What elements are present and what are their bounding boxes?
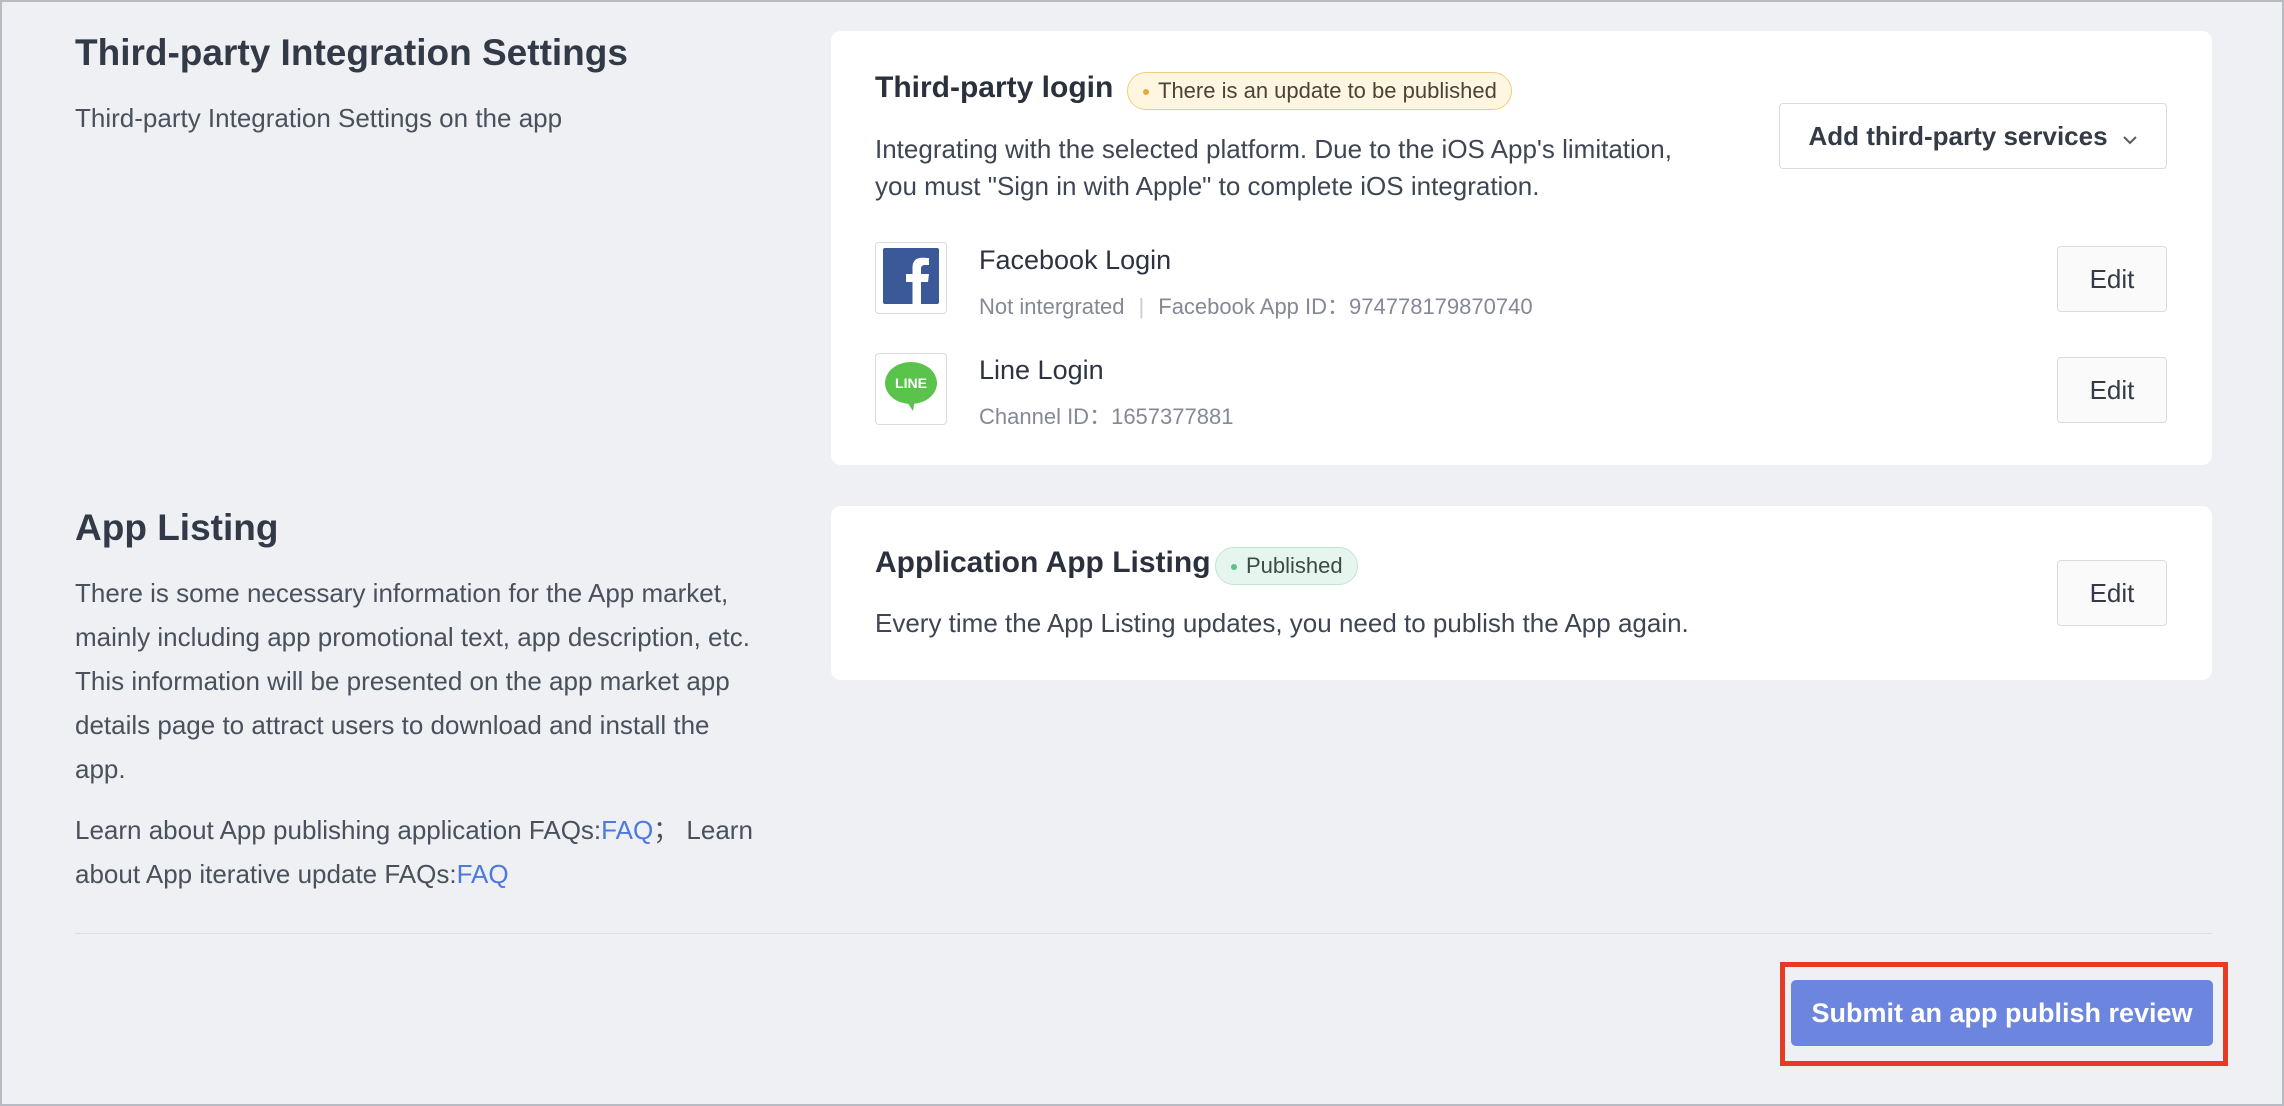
line-login-name: Line Login xyxy=(979,355,1104,385)
description-line-2: you must "Sign in with Apple" to complet… xyxy=(875,171,1540,201)
faq-text-2b: about App iterative update FAQs: xyxy=(75,859,457,889)
page-frame: Third-party Integration Settings Third-p… xyxy=(0,0,2284,1106)
app-listing-desc-line-4: details page to attract users to downloa… xyxy=(75,710,710,740)
footer-divider xyxy=(75,933,2212,934)
third-party-login-title: Third-party login xyxy=(875,71,1114,104)
facebook-app-id-label: Facebook App ID： xyxy=(1158,294,1350,319)
update-pending-badge: There is an update to be published xyxy=(1127,72,1512,110)
line-logo: LINE xyxy=(875,353,947,425)
integration-section-description: Third-party Integration Settings on the … xyxy=(75,103,563,133)
app-listing-desc-line-1: There is some necessary information for … xyxy=(75,578,729,608)
line-channel-id-value: 1657377881 xyxy=(1111,404,1234,429)
add-third-party-services-label: Add third-party services xyxy=(1808,120,2108,151)
meta-separator: | xyxy=(1138,294,1145,319)
chevron-down-icon xyxy=(2122,121,2138,152)
faq-link-iterative-update[interactable]: FAQ xyxy=(457,859,509,889)
faq-text-2a: Learn xyxy=(686,815,753,845)
app-listing-card: Application App Listing Published Every … xyxy=(831,506,2212,680)
facebook-app-id-value: 974778179870740 xyxy=(1349,294,1533,319)
faq-text-1: Learn about App publishing application F… xyxy=(75,815,602,845)
line-channel-id-label: Channel ID： xyxy=(979,404,1112,429)
faq-links: Learn about App publishing application F… xyxy=(75,808,795,896)
facebook-login-name: Facebook Login xyxy=(979,245,1172,275)
third-party-login-card: Third-party login There is an update to … xyxy=(831,31,2212,465)
badge-dot xyxy=(1231,564,1237,570)
facebook-login-meta: Not intergrated | Facebook App ID：97477817… xyxy=(979,289,1533,321)
line-icon: LINE xyxy=(883,359,939,420)
badge-dot xyxy=(1143,89,1149,95)
facebook-icon xyxy=(883,247,939,309)
line-edit-button[interactable]: Edit xyxy=(2057,357,2167,423)
faq-link-publishing[interactable]: FAQ xyxy=(601,815,653,845)
faq-separator: ； xyxy=(653,815,680,845)
facebook-logo xyxy=(875,242,947,314)
description-line-1: Integrating with the selected platform. … xyxy=(875,134,1672,164)
add-third-party-services-button[interactable]: Add third-party services xyxy=(1779,103,2167,169)
app-listing-section-description: There is some necessary information for … xyxy=(75,571,795,791)
facebook-edit-button[interactable]: Edit xyxy=(2057,246,2167,312)
app-listing-desc-line-3: This information will be presented on th… xyxy=(75,666,730,696)
integration-section-title: Third-party Integration Settings xyxy=(75,32,628,73)
app-listing-card-description: Every time the App Listing updates, you … xyxy=(875,608,1689,638)
published-badge-label: Published xyxy=(1246,553,1343,578)
line-login-meta: Channel ID：1657377881 xyxy=(979,399,1233,431)
line-icon-text: LINE xyxy=(895,375,927,391)
submit-publish-review-button[interactable]: Submit an app publish review xyxy=(1791,980,2213,1046)
app-listing-section-title: App Listing xyxy=(75,507,279,548)
published-badge: Published xyxy=(1215,547,1358,585)
app-listing-edit-button[interactable]: Edit xyxy=(2057,560,2167,626)
update-pending-badge-label: There is an update to be published xyxy=(1158,78,1497,103)
third-party-login-description: Integrating with the selected platform. … xyxy=(875,131,1672,205)
facebook-status: Not intergrated xyxy=(979,294,1125,319)
app-listing-card-title: Application App Listing xyxy=(875,546,1211,579)
app-listing-desc-line-2: mainly including app promotional text, a… xyxy=(75,622,750,652)
app-listing-desc-line-5: app. xyxy=(75,754,126,784)
